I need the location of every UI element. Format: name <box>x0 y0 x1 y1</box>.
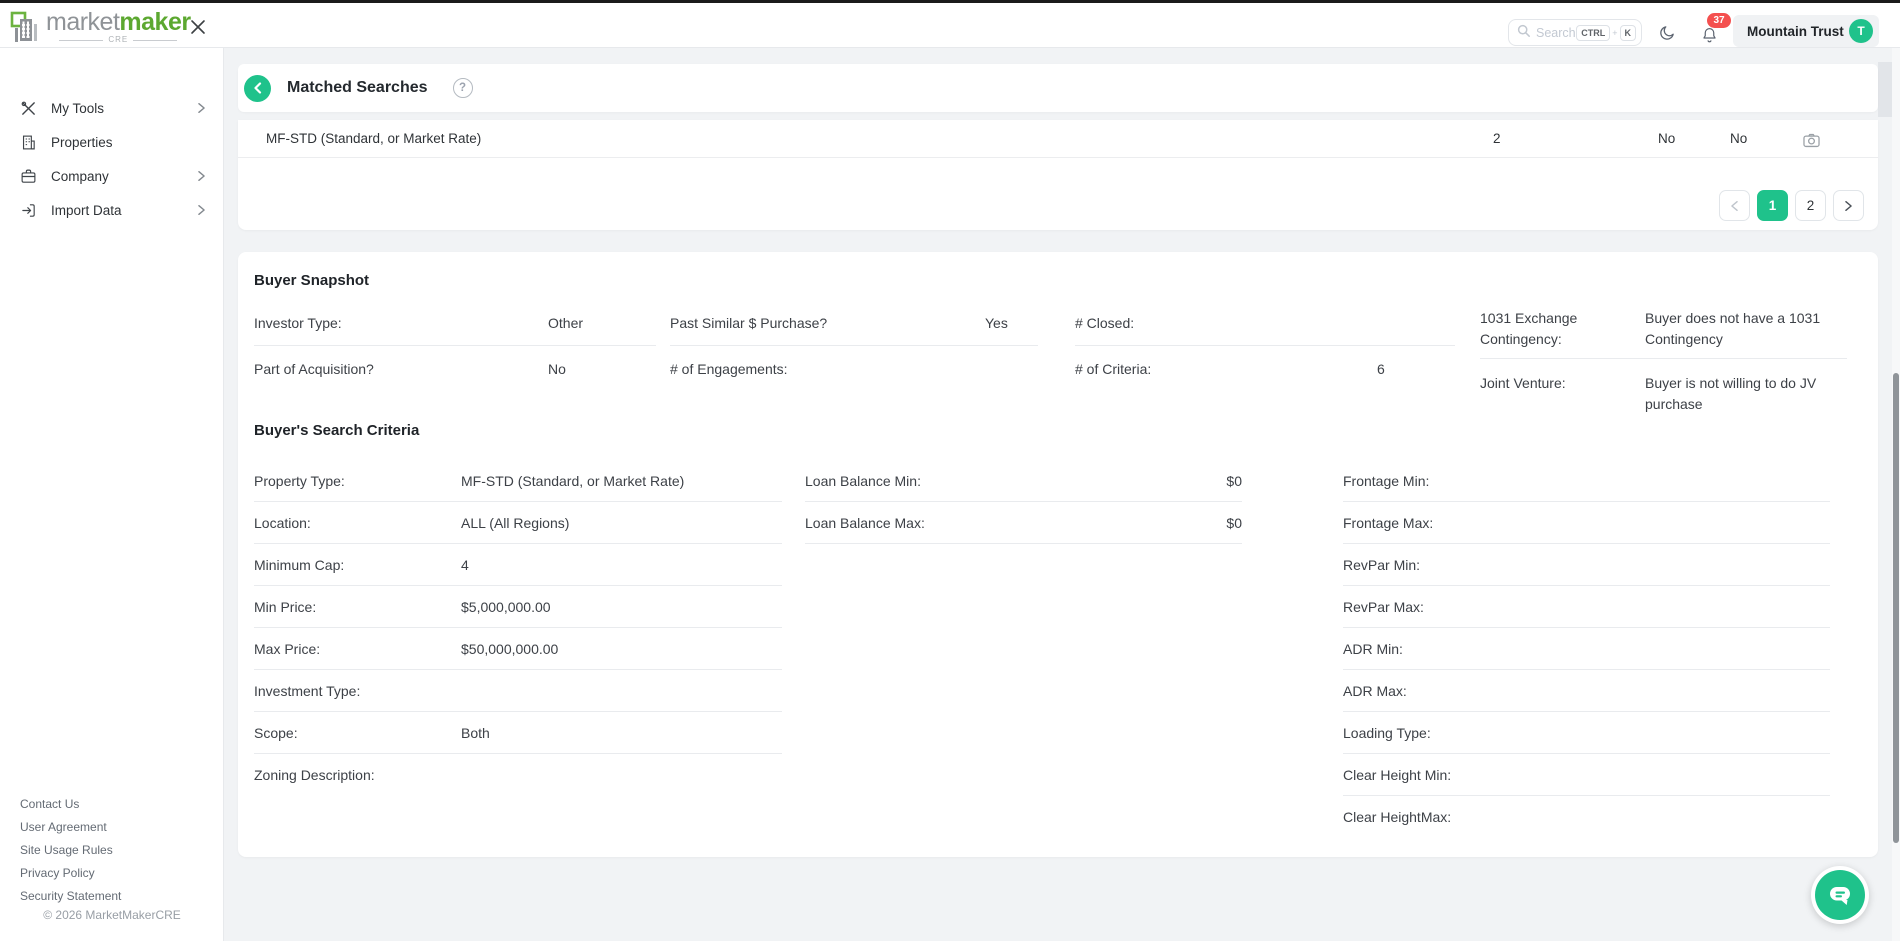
chat-launcher-button[interactable] <box>1811 866 1869 924</box>
kbd-ctrl: CTRL <box>1576 25 1610 41</box>
sidebar-item-properties[interactable]: Properties <box>0 125 224 159</box>
building-icon <box>20 134 37 151</box>
link-user-agreement[interactable]: User Agreement <box>0 815 224 838</box>
search-icon <box>1517 24 1530 42</box>
avatar: T <box>1849 19 1873 43</box>
sidebar-item-import-data[interactable]: Import Data <box>0 193 224 227</box>
kbd-plus: + <box>1612 28 1617 38</box>
link-site-usage-rules[interactable]: Site Usage Rules <box>0 838 224 861</box>
field-frontage-min: Frontage Min: <box>1343 460 1830 502</box>
briefcase-icon <box>20 168 37 185</box>
field-1031-exchange-contingency: 1031 Exchange Contingency:Buyer does not… <box>1480 300 1847 359</box>
row-property-type: MF-STD (Standard, or Market Rate) <box>266 131 481 146</box>
page-toolbar: Matched Searches ? <box>238 64 1878 112</box>
field-num-closed: # Closed: <box>1075 300 1455 346</box>
pagination-prev-button[interactable] <box>1719 190 1750 221</box>
field-revpar-max: RevPar Max: <box>1343 586 1830 628</box>
pagination-page-1[interactable]: 1 <box>1757 190 1788 221</box>
field-num-criteria: # of Criteria:6 <box>1075 346 1455 392</box>
marketmaker-logo[interactable]: marketmaker CRE <box>10 10 191 46</box>
criteria-column-2: Loan Balance Min:$0 Loan Balance Max:$0 <box>805 460 1242 544</box>
sidebar-item-company[interactable]: Company <box>0 159 224 193</box>
snapshot-column-2: Past Similar $ Purchase?Yes # of Engagem… <box>670 300 1038 392</box>
field-past-similar-purchase: Past Similar $ Purchase?Yes <box>670 300 1038 346</box>
field-joint-venture: Joint Venture:Buyer is not willing to do… <box>1480 359 1847 423</box>
kbd-k: K <box>1620 25 1637 41</box>
page-title: Matched Searches <box>287 79 428 97</box>
chevron-right-icon <box>197 170 206 182</box>
search-input[interactable]: Search CTRL + K <box>1508 19 1642 46</box>
scrollbar-thumb[interactable] <box>1893 373 1899 843</box>
copyright-text: © 2026 MarketMakerCRE <box>0 908 224 922</box>
section-title-buyer-snapshot: Buyer Snapshot <box>254 272 369 289</box>
user-name: Mountain Trust <box>1747 24 1849 39</box>
pagination: 1 2 <box>1719 190 1864 221</box>
matched-searches-results-card: MF-STD (Standard, or Market Rate) 2 No N… <box>238 120 1878 230</box>
section-title-search-criteria: Buyer's Search Criteria <box>254 422 419 439</box>
field-location: Location:ALL (All Regions) <box>254 502 782 544</box>
app-header: marketmaker CRE Search CTRL + K 37 Mount… <box>0 3 1900 48</box>
chevron-left-icon <box>252 82 264 94</box>
field-adr-min: ADR Min: <box>1343 628 1830 670</box>
sidebar: My Tools Properties Company Import Data … <box>0 48 224 941</box>
logo-building-icon <box>10 10 40 49</box>
sidebar-footer-links: Contact Us User Agreement Site Usage Rul… <box>0 792 224 907</box>
criteria-column-3: Frontage Min: Frontage Max: RevPar Min: … <box>1343 460 1830 838</box>
chat-bubble-icon <box>1815 870 1865 920</box>
chevron-right-icon <box>197 204 206 216</box>
field-frontage-max: Frontage Max: <box>1343 502 1830 544</box>
field-adr-max: ADR Max: <box>1343 670 1830 712</box>
buyer-detail-card: Buyer Snapshot Investor Type:Other Part … <box>238 252 1878 857</box>
search-placeholder: Search <box>1536 26 1576 40</box>
field-investment-type: Investment Type: <box>254 670 782 712</box>
field-loading-type: Loading Type: <box>1343 712 1830 754</box>
field-num-engagements: # of Engagements: <box>670 346 1038 392</box>
link-security-statement[interactable]: Security Statement <box>0 884 224 907</box>
snapshot-column-1: Investor Type:Other Part of Acquisition?… <box>254 300 656 392</box>
chevron-right-icon <box>1844 200 1853 212</box>
field-max-price: Max Price:$50,000,000.00 <box>254 628 782 670</box>
field-clear-height-min: Clear Height Min: <box>1343 754 1830 796</box>
field-property-type: Property Type:MF-STD (Standard, or Marke… <box>254 460 782 502</box>
camera-icon[interactable] <box>1802 131 1822 151</box>
chevron-left-icon <box>1730 200 1739 212</box>
dark-mode-moon-icon[interactable] <box>1656 22 1678 44</box>
snapshot-right-panel: 1031 Exchange Contingency:Buyer does not… <box>1480 300 1847 423</box>
user-account-button[interactable]: Mountain Trust T <box>1733 15 1879 47</box>
chevron-right-icon <box>197 102 206 114</box>
row-flag-1: No <box>1658 131 1675 146</box>
field-clear-height-max: Clear HeightMax: <box>1343 796 1830 838</box>
field-scope: Scope:Both <box>254 712 782 754</box>
import-icon <box>20 202 37 219</box>
snapshot-column-3: # Closed: # of Criteria:6 <box>1075 300 1455 392</box>
close-icon[interactable] <box>188 17 208 37</box>
criteria-column-1: Property Type:MF-STD (Standard, or Marke… <box>254 460 782 796</box>
help-icon[interactable]: ? <box>453 78 473 98</box>
logo-cre-label: CRE <box>108 36 128 44</box>
field-loan-balance-max: Loan Balance Max:$0 <box>805 502 1242 544</box>
row-flag-2: No <box>1730 131 1747 146</box>
notification-count-badge: 37 <box>1707 13 1731 28</box>
logo-wordmark: marketmaker <box>46 8 191 36</box>
tools-icon <box>20 100 37 117</box>
row-count-value: 2 <box>1493 131 1501 146</box>
sidebar-item-my-tools[interactable]: My Tools <box>0 91 224 125</box>
link-contact-us[interactable]: Contact Us <box>0 792 224 815</box>
field-part-of-acquisition: Part of Acquisition?No <box>254 346 656 392</box>
field-investor-type: Investor Type:Other <box>254 300 656 346</box>
field-min-price: Min Price:$5,000,000.00 <box>254 586 782 628</box>
field-revpar-min: RevPar Min: <box>1343 544 1830 586</box>
table-row[interactable]: MF-STD (Standard, or Market Rate) 2 No N… <box>238 120 1878 158</box>
pagination-next-button[interactable] <box>1833 190 1864 221</box>
pagination-page-2[interactable]: 2 <box>1795 190 1826 221</box>
back-button[interactable] <box>244 75 271 102</box>
field-loan-balance-min: Loan Balance Min:$0 <box>805 460 1242 502</box>
link-privacy-policy[interactable]: Privacy Policy <box>0 861 224 884</box>
field-zoning-description: Zoning Description: <box>254 754 782 796</box>
field-minimum-cap: Minimum Cap:4 <box>254 544 782 586</box>
